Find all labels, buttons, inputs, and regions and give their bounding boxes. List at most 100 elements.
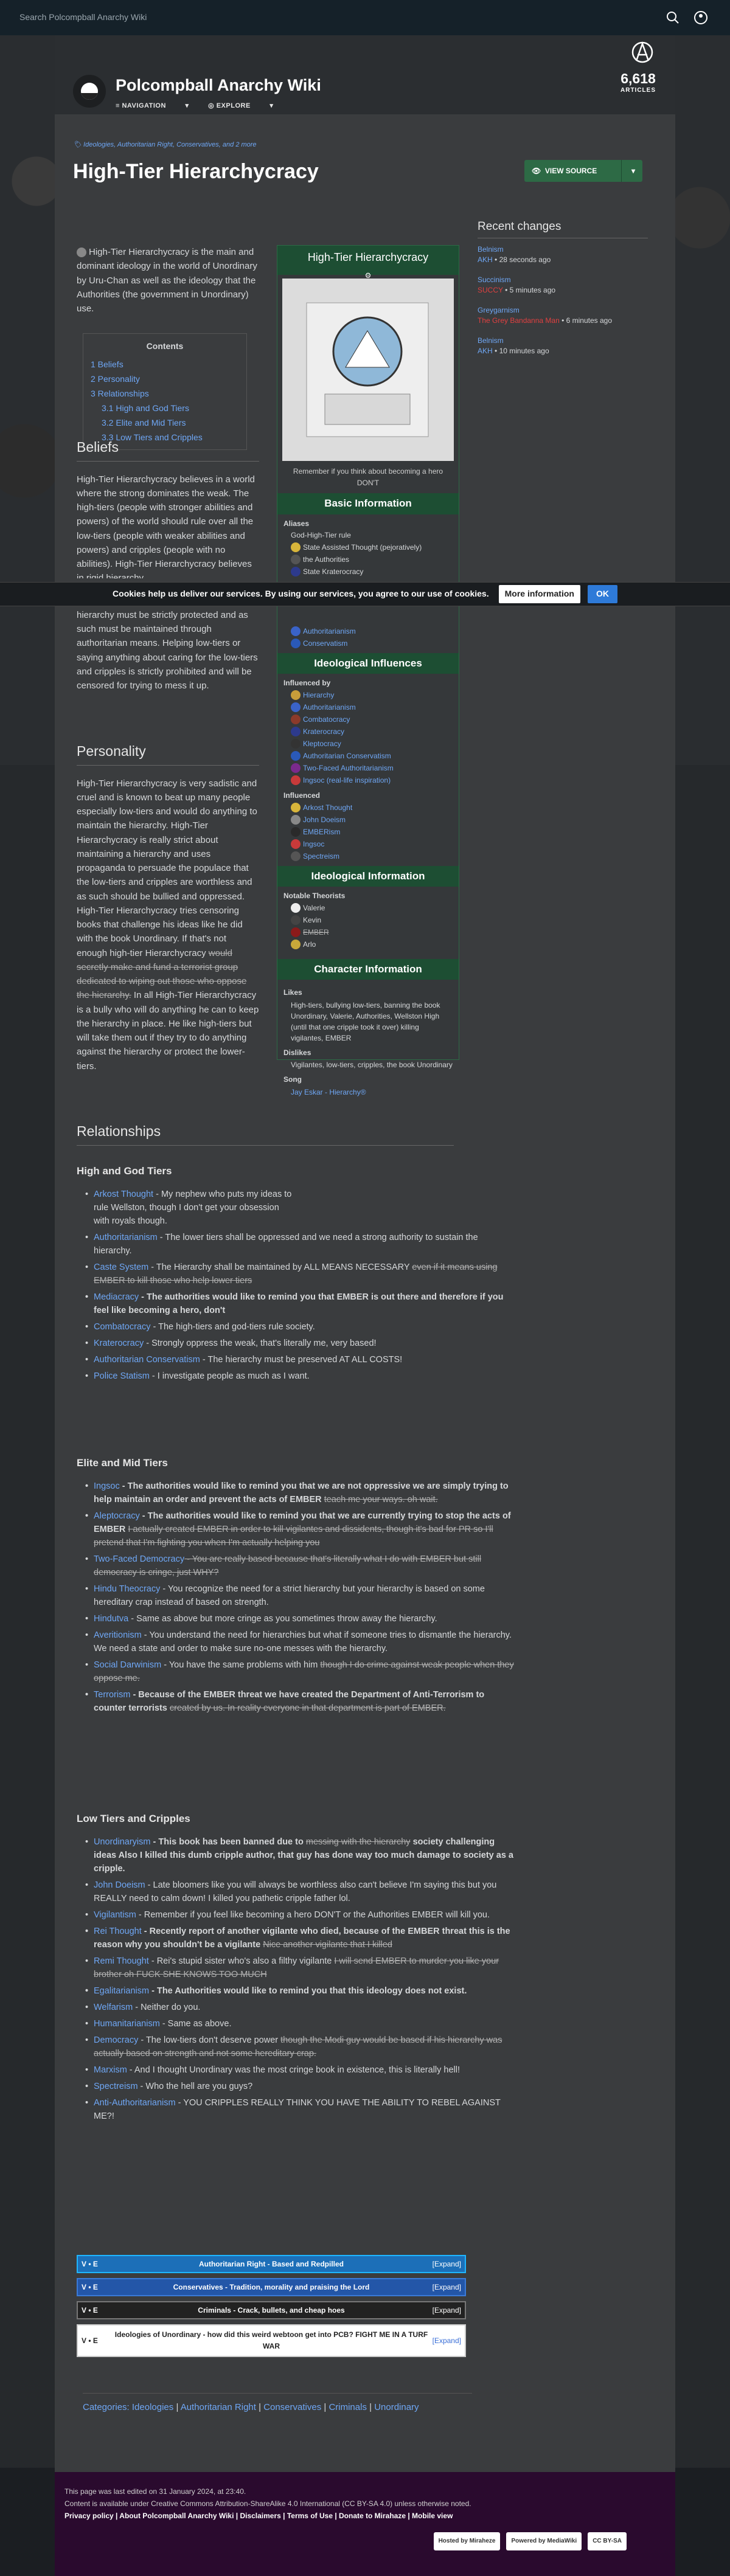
toc-item[interactable]: 3 Relationships — [91, 386, 239, 401]
alignment-item[interactable]: Authoritarianism — [277, 625, 459, 637]
ideology-link[interactable]: Hindu Theocracy — [94, 1584, 160, 1594]
category-link[interactable]: Unordinary — [374, 2402, 419, 2412]
ideology-link[interactable]: Vigilantism — [94, 1910, 136, 1920]
nav-menu[interactable]: ≡ NAVIGATION ▾ — [116, 102, 189, 109]
category-link[interactable]: Criminals — [328, 2402, 367, 2412]
ideology-link[interactable]: Remi Thought — [94, 1956, 149, 1966]
toc-item[interactable]: 2 Personality — [91, 372, 239, 386]
toc-item[interactable]: 3.1 High and God Tiers — [91, 401, 239, 415]
song-link[interactable]: Jay Eskar - Hierarchy® — [277, 1085, 459, 1098]
miraheze-badge[interactable]: Hosted by Miraheze — [433, 2532, 501, 2550]
navbox-conservatives[interactable]: V • E Conservatives - Tradition, morality… — [77, 2278, 466, 2296]
ideology-link[interactable]: Combatocracy — [94, 1322, 150, 1332]
toc-title: Contents — [146, 341, 184, 351]
ideology-link[interactable]: Spectreism — [94, 2082, 138, 2091]
toc-item[interactable]: 3.2 Elite and Mid Tiers — [91, 415, 239, 430]
list-item: Two-Faced Democracy - You are really bas… — [85, 1553, 515, 1579]
ideology-link[interactable]: Averitionism — [94, 1630, 142, 1640]
alignment-item[interactable]: Conservatism — [277, 637, 459, 649]
categories-label[interactable]: Categories: — [83, 2402, 130, 2412]
cc-badge[interactable]: CC BY-SA — [588, 2532, 627, 2550]
ideology-link[interactable]: Aleptocracy — [94, 1511, 140, 1521]
influence-item[interactable]: Authoritarian Conservatism — [277, 750, 459, 762]
breadcrumb[interactable]: 🏷 Ideologies, Authoritarian Right, Conse… — [73, 140, 257, 150]
list-item: Democracy - The low-tiers don't deserve … — [85, 2034, 515, 2060]
recent-page-link[interactable]: Belnism — [478, 336, 504, 345]
infobox-image — [282, 279, 454, 461]
ideology-link[interactable]: Police Statism — [94, 1371, 150, 1381]
recent-page-link[interactable]: Belnism — [478, 245, 504, 254]
navbox-unordinary[interactable]: V • E Ideologies of Unordinary - how did … — [77, 2324, 466, 2357]
explore-menu[interactable]: ◎ EXPLORE ▾ — [208, 102, 273, 109]
list-item: John Doeism - Late bloomers like you wil… — [85, 1878, 515, 1905]
ideology-link[interactable]: Democracy — [94, 2035, 138, 2045]
list-item: Caste System - The Hierarchy shall be ma… — [85, 1261, 515, 1287]
influenced-item[interactable]: Arkost Thought — [277, 802, 459, 814]
infobox-title: High-Tier Hierarchycracy ⚙ — [277, 246, 459, 280]
ideology-link[interactable]: Ingsoc — [94, 1481, 120, 1491]
ideology-link[interactable]: Social Darwinism — [94, 1660, 161, 1670]
ideology-link[interactable]: John Doeism — [94, 1880, 145, 1890]
list-item: Anti-Authoritarianism - YOU CRIPPLES REA… — [85, 2096, 515, 2123]
influence-item[interactable]: Authoritarianism — [277, 701, 459, 713]
influenced-item[interactable]: EMBERism — [277, 826, 459, 838]
category-link[interactable]: Conservatives — [263, 2402, 321, 2412]
personality-section: Personality High-Tier Hierarchycracy is … — [77, 741, 259, 1073]
list-item: Mediacracy - The authorities would like … — [85, 1290, 515, 1317]
influenced-item[interactable]: Ingsoc — [277, 838, 459, 850]
toc-item[interactable]: 1 Beliefs — [91, 357, 239, 372]
ideology-link[interactable]: Welfarism — [94, 2003, 133, 2012]
cookie-ok-button[interactable]: OK — [587, 585, 617, 603]
ideology-link[interactable]: Egalitarianism — [94, 1986, 149, 1996]
category-link[interactable]: Ideologies — [132, 2402, 173, 2412]
ideology-link[interactable]: Authoritarian Conservatism — [94, 1355, 200, 1365]
chevron-down-icon[interactable]: ▾ — [631, 165, 635, 177]
recent-page-link[interactable]: Greygarnism — [478, 306, 520, 314]
navbox-authoritarian-right[interactable]: V • E Authoritarian Right - Based and Red… — [77, 2255, 466, 2273]
ideology-link[interactable]: Marxism — [94, 2065, 127, 2075]
site-name[interactable]: Polcompball Anarchy Wiki — [116, 73, 321, 99]
ideology-link[interactable]: Caste System — [94, 1262, 148, 1272]
user-icon[interactable] — [691, 8, 711, 27]
ideology-link[interactable]: Anti-Authoritarianism — [94, 2098, 176, 2108]
search-icon[interactable] — [663, 8, 683, 27]
ideology-link[interactable]: Arkost Thought — [94, 1189, 153, 1199]
influence-item[interactable]: Kleptocracy — [277, 738, 459, 750]
influence-item[interactable]: Combatocracy — [277, 713, 459, 725]
influence-item[interactable]: Two-Faced Authoritarianism — [277, 762, 459, 774]
influence-item[interactable]: Kraterocracy — [277, 725, 459, 738]
search-input[interactable]: Search Polcompball Anarchy Wiki — [19, 11, 655, 24]
ideology-link[interactable]: Kraterocracy — [94, 1338, 144, 1348]
ideology-link[interactable]: Two-Faced Democracy — [94, 1554, 184, 1564]
recent-change-item[interactable]: Greygarnism The Grey Bandanna Man • 6 min… — [478, 305, 648, 326]
influence-item[interactable]: Ingsoc (real-life inspiration) — [277, 774, 459, 786]
ideology-link[interactable]: Rei Thought — [94, 1927, 142, 1936]
influence-item[interactable]: Hierarchy — [277, 689, 459, 701]
ideology-link[interactable]: Humanitarianism — [94, 2019, 160, 2029]
ideology-link[interactable]: Hindutva — [94, 1614, 128, 1624]
recent-page-link[interactable]: Succinism — [478, 275, 511, 284]
site-logo[interactable] — [73, 75, 106, 108]
list-item: Arkost Thought - My nephew who puts my i… — [85, 1188, 294, 1228]
last-edited: This page was last edited on 31 January … — [64, 2487, 246, 2496]
cookie-more-info-button[interactable]: More information — [498, 585, 580, 603]
infobox: High-Tier Hierarchycracy ⚙ Remember if yo… — [277, 245, 459, 1096]
category-link[interactable]: Authoritarian Right — [181, 2402, 256, 2412]
influenced-item[interactable]: John Doeism — [277, 814, 459, 826]
ideology-link[interactable]: Authoritarianism — [94, 1233, 158, 1242]
ideology-link[interactable]: Unordinaryism — [94, 1837, 150, 1847]
recent-change-item[interactable]: Succinism SUCCY • 5 minutes ago — [478, 275, 648, 296]
list-item: Hindu Theocracy - You recognize the need… — [85, 1582, 515, 1609]
ideology-link[interactable]: Mediacracy — [94, 1292, 139, 1302]
view-source-button[interactable]: 👁 VIEW SOURCE ▾ — [524, 160, 642, 182]
ideology-link[interactable]: Terrorism — [94, 1690, 130, 1700]
influenced-item[interactable]: Spectreism — [277, 850, 459, 862]
beliefs-paragraph: tier Hierarchycracy also believes that t… — [77, 596, 258, 691]
list-item: Kraterocracy - Strongly oppress the weak… — [85, 1337, 515, 1350]
recent-change-item[interactable]: Belnism AKH • 28 seconds ago — [478, 244, 648, 265]
recent-change-item[interactable]: Belnism AKH • 10 minutes ago — [478, 336, 648, 356]
footer-links[interactable]: Privacy policy | About Polcompball Anarc… — [64, 2510, 666, 2522]
mediawiki-badge[interactable]: Powered by MediaWiki — [506, 2532, 582, 2550]
list-item: Remi Thought - Rei's stupid sister who's… — [85, 1955, 515, 1981]
navbox-criminals[interactable]: V • E Criminals - Crack, bullets, and che… — [77, 2301, 466, 2319]
